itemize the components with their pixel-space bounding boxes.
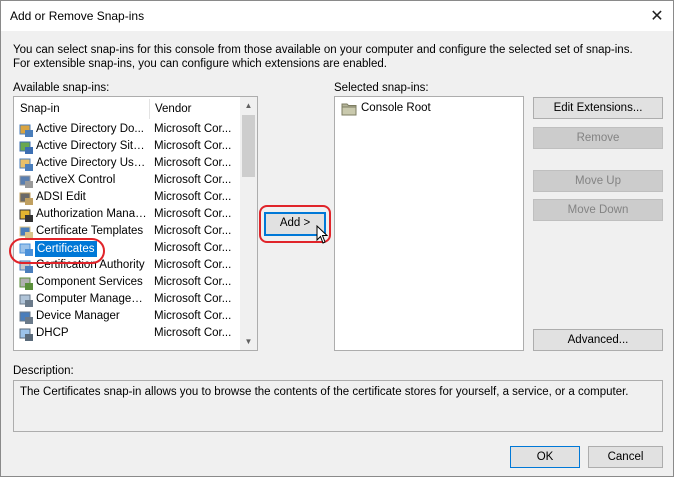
close-button[interactable]: ✕ bbox=[641, 1, 673, 31]
dialog-title: Add or Remove Snap-ins bbox=[10, 9, 145, 23]
scroll-down-icon[interactable]: ▼ bbox=[240, 333, 257, 350]
snapin-name: DHCP bbox=[36, 327, 69, 339]
available-snapins-label: Available snap-ins: bbox=[13, 82, 110, 94]
device-manager-icon bbox=[19, 311, 33, 324]
dhcp-icon bbox=[19, 328, 33, 341]
snapin-row[interactable]: Device Manager Microsoft Cor... bbox=[14, 309, 241, 326]
available-snapins-list[interactable]: Snap-in Vendor Active Directory Do... Mic… bbox=[13, 96, 258, 351]
description-text: The Certificates snap-in allows you to b… bbox=[20, 386, 629, 398]
column-snapin[interactable]: Snap-in bbox=[20, 103, 60, 115]
snapin-vendor: Microsoft Cor... bbox=[154, 174, 232, 186]
snapin-row[interactable]: Component Services Microsoft Cor... bbox=[14, 275, 241, 292]
snapin-vendor: Microsoft Cor... bbox=[154, 191, 232, 203]
column-vendor[interactable]: Vendor bbox=[155, 103, 191, 115]
add-remove-snapins-dialog: Add or Remove Snap-ins ✕ You can select … bbox=[0, 0, 674, 477]
move-down-button[interactable]: Move Down bbox=[533, 199, 663, 221]
close-icon: ✕ bbox=[650, 8, 664, 25]
mouse-cursor-icon bbox=[316, 225, 329, 244]
snapin-name: Computer Managem... bbox=[36, 293, 148, 305]
console-root-label: Console Root bbox=[361, 102, 431, 114]
snapin-row[interactable]: ActiveX Control Microsoft Cor... bbox=[14, 173, 241, 190]
snapin-name: Device Manager bbox=[36, 310, 120, 322]
snapin-row[interactable]: ADSI Edit Microsoft Cor... bbox=[14, 190, 241, 207]
snapin-vendor: Microsoft Cor... bbox=[154, 276, 232, 288]
snapin-vendor: Microsoft Cor... bbox=[154, 140, 232, 152]
column-header: Snap-in Vendor bbox=[14, 97, 241, 121]
folder-icon bbox=[341, 103, 357, 116]
intro-text: You can select snap-ins for this console… bbox=[13, 44, 633, 70]
advanced-button[interactable]: Advanced... bbox=[533, 329, 663, 351]
cancel-button[interactable]: Cancel bbox=[588, 446, 663, 468]
selected-snapins-label: Selected snap-ins: bbox=[334, 82, 429, 94]
snapin-vendor: Microsoft Cor... bbox=[154, 242, 232, 254]
snapin-vendor: Microsoft Cor... bbox=[154, 225, 232, 237]
ad-domains-icon bbox=[19, 124, 33, 137]
snapin-name: ActiveX Control bbox=[36, 174, 116, 186]
snapin-row[interactable]: Active Directory Do... Microsoft Cor... bbox=[14, 122, 241, 139]
scroll-thumb[interactable] bbox=[242, 115, 255, 177]
description-box: The Certificates snap-in allows you to b… bbox=[13, 380, 663, 432]
snapin-row[interactable]: Authorization Manager Microsoft Cor... bbox=[14, 207, 241, 224]
snapin-name: Active Directory Do... bbox=[36, 123, 144, 135]
snapin-vendor: Microsoft Cor... bbox=[154, 123, 232, 135]
description-label: Description: bbox=[13, 365, 74, 377]
scroll-up-icon[interactable]: ▲ bbox=[240, 97, 257, 114]
snapin-vendor: Microsoft Cor... bbox=[154, 259, 232, 271]
snapin-name: ADSI Edit bbox=[36, 191, 86, 203]
adsi-edit-icon bbox=[19, 192, 33, 205]
title-bar: Add or Remove Snap-ins ✕ bbox=[1, 1, 673, 31]
snapin-row[interactable]: Active Directory Use... Microsoft Cor... bbox=[14, 156, 241, 173]
edit-extensions-button[interactable]: Edit Extensions... bbox=[533, 97, 663, 119]
snapin-row[interactable]: DHCP Microsoft Cor... bbox=[14, 326, 241, 343]
vertical-scrollbar[interactable]: ▲ ▼ bbox=[240, 97, 257, 350]
component-services-icon bbox=[19, 277, 33, 290]
snapin-vendor: Microsoft Cor... bbox=[154, 310, 232, 322]
snapin-name: Component Services bbox=[36, 276, 143, 288]
remove-button[interactable]: Remove bbox=[533, 127, 663, 149]
snapin-vendor: Microsoft Cor... bbox=[154, 157, 232, 169]
snapin-vendor: Microsoft Cor... bbox=[154, 327, 232, 339]
computer-management-icon bbox=[19, 294, 33, 307]
snapin-name: Certificate Templates bbox=[36, 225, 144, 237]
ad-sites-icon bbox=[19, 141, 33, 154]
activex-icon bbox=[19, 175, 33, 188]
ok-button[interactable]: OK bbox=[510, 446, 580, 468]
snapin-name: Active Directory Use... bbox=[36, 157, 148, 169]
ad-users-icon bbox=[19, 158, 33, 171]
snapin-vendor: Microsoft Cor... bbox=[154, 293, 232, 305]
move-up-button[interactable]: Move Up bbox=[533, 170, 663, 192]
snapin-rows: Active Directory Do... Microsoft Cor... Ac… bbox=[14, 122, 241, 343]
snapin-row[interactable]: Computer Managem... Microsoft Cor... bbox=[14, 292, 241, 309]
snapin-row[interactable]: Active Directory Site... Microsoft Cor... bbox=[14, 139, 241, 156]
snapin-name: Active Directory Site... bbox=[36, 140, 148, 152]
authorization-icon bbox=[19, 209, 33, 222]
column-divider[interactable] bbox=[149, 99, 150, 119]
snapin-vendor: Microsoft Cor... bbox=[154, 208, 232, 220]
snapin-name: Authorization Manager bbox=[36, 208, 148, 220]
selected-snapins-list[interactable]: Console Root bbox=[334, 96, 524, 351]
annotation-ring-certificates bbox=[9, 238, 105, 264]
